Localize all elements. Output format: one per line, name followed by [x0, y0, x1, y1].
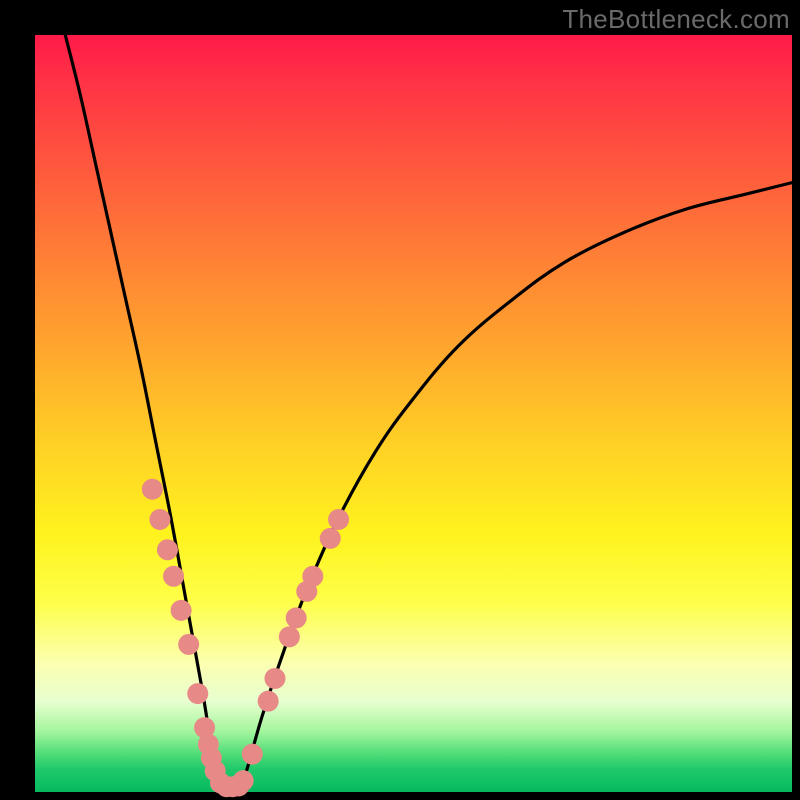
data-point: [178, 634, 199, 655]
data-point: [302, 566, 323, 587]
data-point: [142, 479, 163, 500]
dot-cluster-left: [142, 479, 243, 798]
data-point: [320, 528, 341, 549]
watermark-text: TheBottleneck.com: [562, 4, 790, 35]
chart-svg: [35, 35, 792, 792]
data-point: [163, 566, 184, 587]
data-point: [242, 744, 263, 765]
data-point: [233, 770, 254, 791]
data-point: [264, 668, 285, 689]
data-point: [149, 509, 170, 530]
data-point: [258, 691, 279, 712]
data-point: [171, 600, 192, 621]
data-point: [328, 509, 349, 530]
data-point: [286, 607, 307, 628]
dot-cluster-right: [228, 509, 349, 796]
chart-plot-area: [35, 35, 792, 792]
bottleneck-curve: [65, 35, 792, 791]
data-point: [187, 683, 208, 704]
chart-frame: TheBottleneck.com: [0, 0, 800, 800]
data-point: [157, 539, 178, 560]
data-point: [279, 626, 300, 647]
